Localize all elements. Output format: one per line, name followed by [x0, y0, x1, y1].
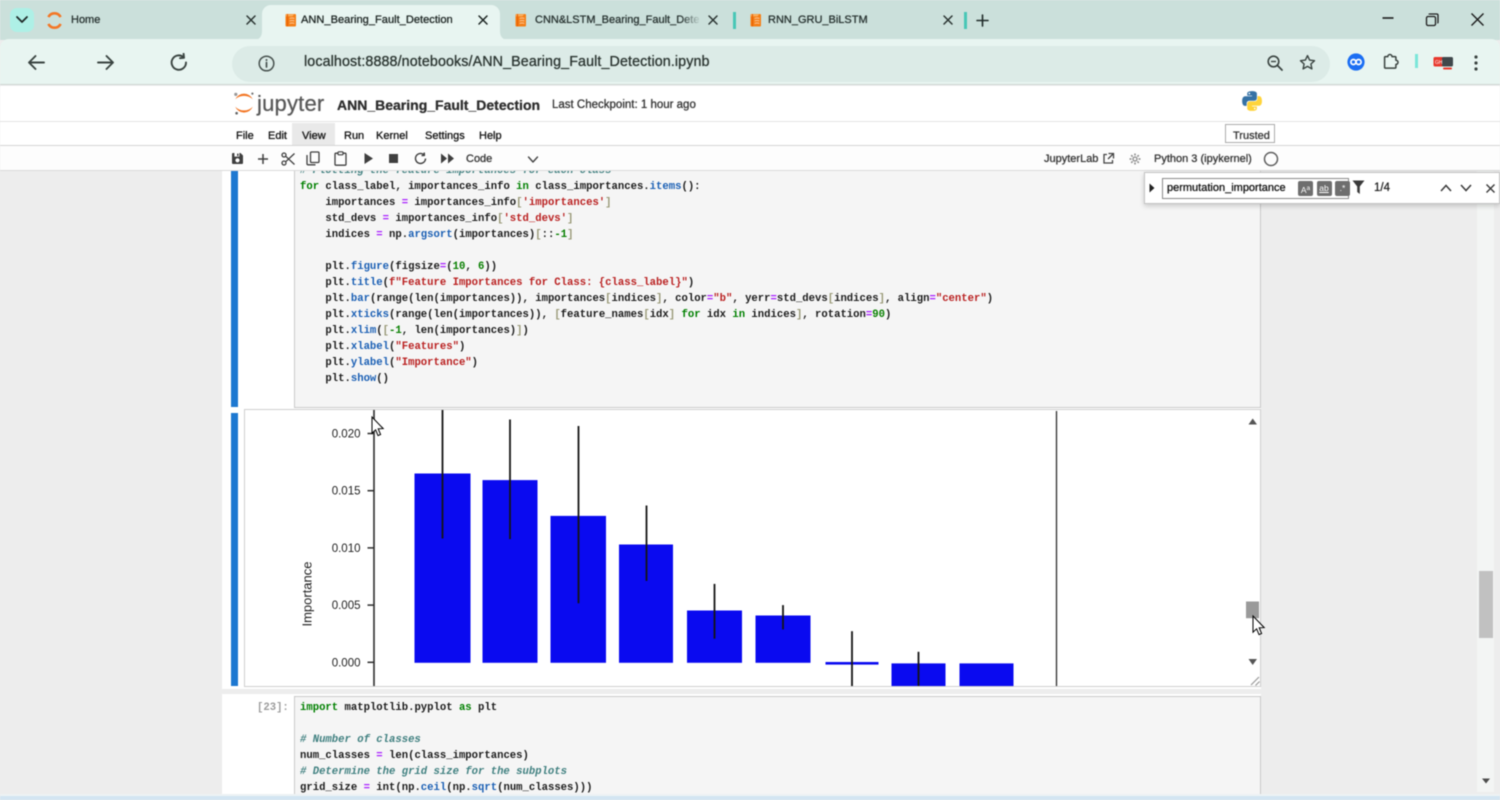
svg-text:0.020: 0.020: [331, 428, 360, 440]
svg-text:Importance: Importance: [299, 561, 314, 626]
svg-text:0.015: 0.015: [331, 485, 360, 497]
svg-text:0.010: 0.010: [331, 542, 360, 554]
svg-text:0.000: 0.000: [331, 657, 360, 669]
svg-text:0.005: 0.005: [331, 600, 360, 612]
svg-text:GH: GH: [1435, 60, 1443, 66]
